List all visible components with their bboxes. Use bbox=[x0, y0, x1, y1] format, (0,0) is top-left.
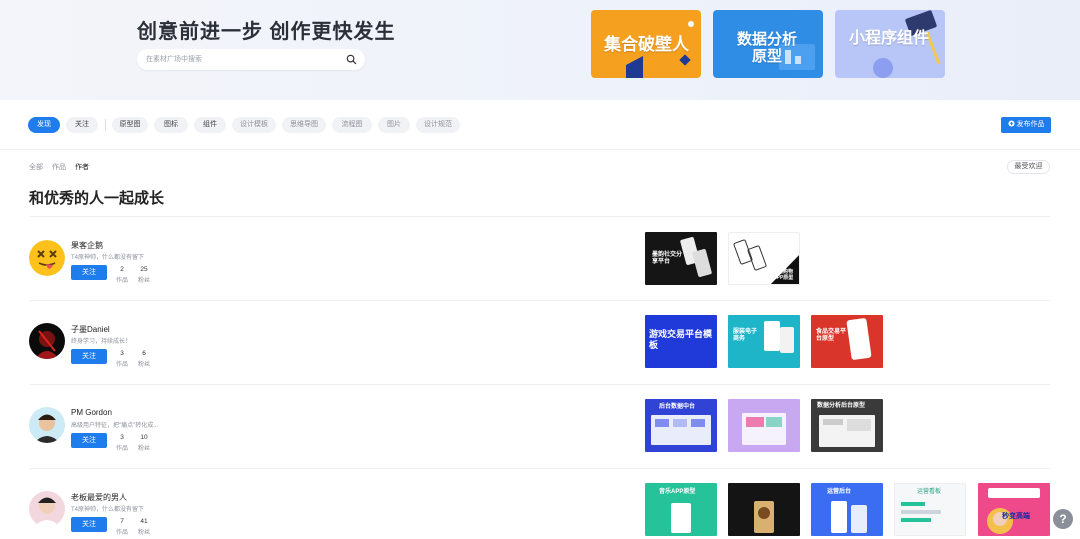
category-mindmap[interactable]: 思维导图 bbox=[282, 117, 326, 133]
author-desc: T4原神帅，什么都没有留下 bbox=[71, 255, 145, 261]
tab-discover[interactable]: 发现 bbox=[28, 117, 60, 133]
banner-mini-program-text: 小程序组件 bbox=[848, 30, 929, 47]
crumb-all[interactable]: 全部 bbox=[29, 162, 43, 172]
banner-mini-program[interactable]: 小程序组件 bbox=[835, 10, 945, 78]
work-thumbnail[interactable]: 服装电子商务 bbox=[728, 315, 800, 368]
fans-count: 6 粉丝 bbox=[137, 350, 150, 368]
category-design-template[interactable]: 设计模板 bbox=[232, 117, 276, 133]
hero-title: 创意前进一步 创作更快发生 bbox=[137, 21, 396, 43]
banner-data-analysis[interactable]: 数据分析原型 bbox=[713, 10, 823, 78]
follow-button[interactable]: 关注 bbox=[71, 433, 107, 448]
author-desc: 终身学习，持续成长！ bbox=[71, 339, 132, 345]
divider bbox=[29, 384, 1050, 385]
section-title: 和优秀的人一起成长 bbox=[29, 190, 165, 207]
thumbnail-caption: 运营看板 bbox=[917, 489, 942, 495]
work-thumbnail[interactable]: 音乐APP原型 bbox=[645, 483, 717, 536]
thumbnail-caption: 墨韵社交分享平台 bbox=[652, 252, 683, 266]
work-thumbnail[interactable]: 食品交易平台原型 bbox=[811, 315, 883, 368]
search-input[interactable] bbox=[146, 53, 336, 66]
works-count: 3 作品 bbox=[115, 434, 128, 452]
crumb-works[interactable]: 作品 bbox=[52, 162, 66, 172]
author-name[interactable]: 老板最爱的男人 bbox=[71, 492, 127, 503]
thumbnail-caption: 数据分析后台原型 bbox=[817, 403, 866, 409]
fans-count: 10 粉丝 bbox=[137, 434, 150, 452]
divider bbox=[29, 300, 1050, 301]
follow-button[interactable]: 关注 bbox=[71, 349, 107, 364]
author-desc: T4原神帅，什么都没有留下 bbox=[71, 507, 145, 513]
follow-button[interactable]: 关注 bbox=[71, 517, 107, 532]
work-thumbnail[interactable]: 秒变高端 bbox=[978, 483, 1050, 536]
thumbnail-caption: 电商购物APP原型 bbox=[773, 269, 794, 281]
work-thumbnail[interactable]: 游戏交易平台模板 bbox=[645, 315, 717, 368]
category-prototype[interactable]: 原型图 bbox=[112, 117, 148, 133]
author-desc: 高级用户特征，把"痛点"转化成... bbox=[71, 423, 159, 429]
work-thumbnail[interactable]: 运营看板 bbox=[894, 483, 966, 536]
works-count: 2 作品 bbox=[115, 266, 128, 284]
filter-bar: 发现 关注 原型图 图标 组件 设计模板 思维导图 流程图 图片 设计规范 bbox=[0, 113, 1080, 137]
thumbnail-caption: 游戏交易平台模板 bbox=[649, 329, 713, 350]
avatar[interactable] bbox=[29, 240, 65, 276]
search-bar[interactable] bbox=[137, 49, 365, 70]
avatar[interactable] bbox=[29, 323, 65, 359]
work-thumbnail[interactable]: 数据分析后台原型 bbox=[811, 399, 883, 452]
divider bbox=[29, 468, 1050, 469]
author-name[interactable]: 果客企鹅 bbox=[71, 240, 103, 251]
avatar-image bbox=[34, 414, 60, 443]
work-thumbnail[interactable] bbox=[728, 483, 800, 536]
thumbnail-caption: 服装电子商务 bbox=[733, 329, 758, 343]
category-icon[interactable]: 图标 bbox=[154, 117, 188, 133]
banner-collection[interactable]: 集合破壁人 bbox=[591, 10, 701, 78]
divider bbox=[0, 149, 1080, 150]
avatar[interactable] bbox=[29, 491, 65, 527]
works-count: 7 作品 bbox=[115, 518, 128, 536]
work-thumbnail[interactable] bbox=[728, 399, 800, 452]
category-flowchart[interactable]: 流程图 bbox=[332, 117, 372, 133]
publish-label: 发布作品 bbox=[1016, 121, 1045, 128]
works-count: 3 作品 bbox=[115, 350, 128, 368]
thumbnail-caption: 音乐APP原型 bbox=[659, 489, 696, 495]
thumbnail-caption: 食品交易平台原型 bbox=[816, 329, 847, 343]
work-thumbnail[interactable]: 后台数据中台 bbox=[645, 399, 717, 452]
banner-collection-text: 集合破壁人 bbox=[604, 35, 689, 54]
publish-button[interactable]: 发布作品 bbox=[1001, 117, 1051, 133]
category-image[interactable]: 图片 bbox=[378, 117, 410, 133]
avatar-image bbox=[34, 497, 60, 527]
help-button[interactable]: ? bbox=[1053, 509, 1073, 529]
follow-button[interactable]: 关注 bbox=[71, 265, 107, 280]
emoji-dizzy-icon bbox=[29, 240, 65, 276]
divider bbox=[105, 119, 106, 131]
thumbnail-caption: 秒变高端 bbox=[1002, 513, 1030, 520]
category-design-spec[interactable]: 设计规范 bbox=[416, 117, 460, 133]
fans-count: 41 粉丝 bbox=[137, 518, 150, 536]
tab-follow[interactable]: 关注 bbox=[66, 117, 98, 133]
divider bbox=[29, 216, 1050, 217]
hero-banner: 创意前进一步 创作更快发生 集合破壁人 数据分析原型 小程序组件 bbox=[0, 0, 1080, 100]
author-name[interactable]: 子墨Daniel bbox=[71, 324, 110, 335]
avatar[interactable] bbox=[29, 407, 65, 443]
upload-icon bbox=[1007, 120, 1015, 127]
work-thumbnail[interactable]: 电商购物APP原型 bbox=[728, 232, 800, 285]
search-icon[interactable] bbox=[346, 54, 357, 65]
avatar-image bbox=[35, 330, 59, 359]
author-name[interactable]: PM Gordon bbox=[71, 408, 112, 417]
banner-data-analysis-text: 数据分析原型 bbox=[736, 31, 797, 65]
thumbnail-caption: 后台数据中台 bbox=[659, 404, 696, 410]
thumbnail-caption: 运营后台 bbox=[827, 489, 852, 495]
sort-dropdown[interactable]: 最受欢迎 bbox=[1007, 160, 1050, 174]
work-thumbnail[interactable]: 墨韵社交分享平台 bbox=[645, 232, 717, 285]
fans-count: 25 粉丝 bbox=[137, 266, 150, 284]
category-component[interactable]: 组件 bbox=[194, 117, 226, 133]
work-thumbnail[interactable]: 运营后台 bbox=[811, 483, 883, 536]
crumb-authors[interactable]: 作者 bbox=[75, 162, 89, 172]
